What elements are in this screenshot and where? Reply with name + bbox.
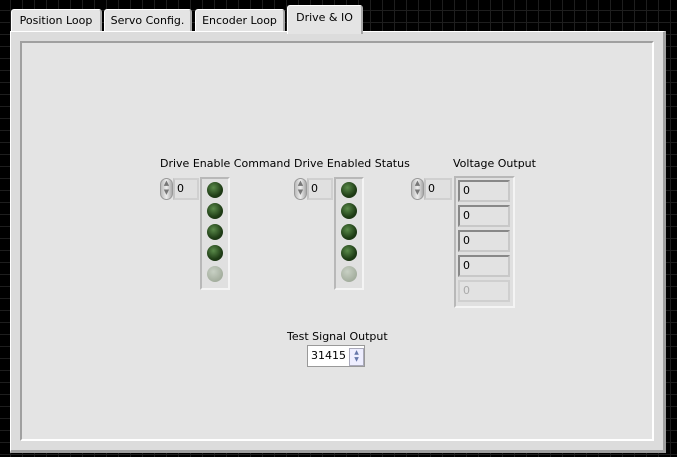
tab-position-loop[interactable]: Position Loop [11, 9, 102, 31]
voltage-cell: 0 [458, 230, 510, 252]
tab-servo-config[interactable]: Servo Config. [104, 9, 192, 31]
led-indicator [341, 224, 357, 240]
led-indicator [341, 182, 357, 198]
led-indicator[interactable] [207, 203, 223, 219]
tab-drive-io[interactable]: Drive & IO [287, 5, 363, 34]
drive-enabled-status-label: Drive Enabled Status [294, 157, 410, 170]
drive-enable-command-label: Drive Enable Command [160, 157, 291, 170]
voltage-cell: 0 [458, 180, 510, 202]
index-spinner-icon[interactable]: ▲ ▼ [411, 178, 424, 200]
test-signal-output-label: Test Signal Output [287, 330, 388, 343]
led-indicator[interactable] [207, 245, 223, 261]
led-indicator [341, 203, 357, 219]
voltage-output-label: Voltage Output [453, 157, 536, 170]
index-spinner-icon[interactable]: ▲ ▼ [294, 178, 307, 200]
index-spinner-icon[interactable]: ▲ ▼ [160, 178, 173, 200]
voltage-output-array: 0 0 0 0 0 [454, 176, 515, 308]
voltage-output-index[interactable]: 0 [424, 178, 452, 200]
voltage-cell: 0 [458, 205, 510, 227]
increment-decrement-icon[interactable]: ▲ ▼ [349, 348, 364, 366]
test-signal-output-value[interactable]: 31415 [311, 349, 346, 362]
led-indicator[interactable] [207, 224, 223, 240]
voltage-cell: 0 [458, 255, 510, 277]
tab-encoder-loop[interactable]: Encoder Loop [195, 9, 285, 31]
test-signal-output-control[interactable]: 31415 ▲ ▼ [307, 345, 365, 367]
led-indicator[interactable] [207, 182, 223, 198]
drive-enabled-status-index[interactable]: 0 [307, 178, 333, 200]
voltage-cell: 0 [458, 280, 510, 302]
led-indicator [341, 266, 357, 282]
led-indicator[interactable] [207, 266, 223, 282]
led-indicator [341, 245, 357, 261]
drive-enable-command-array [200, 177, 230, 290]
drive-enable-command-index[interactable]: 0 [173, 178, 199, 200]
drive-enabled-status-array [334, 177, 364, 290]
